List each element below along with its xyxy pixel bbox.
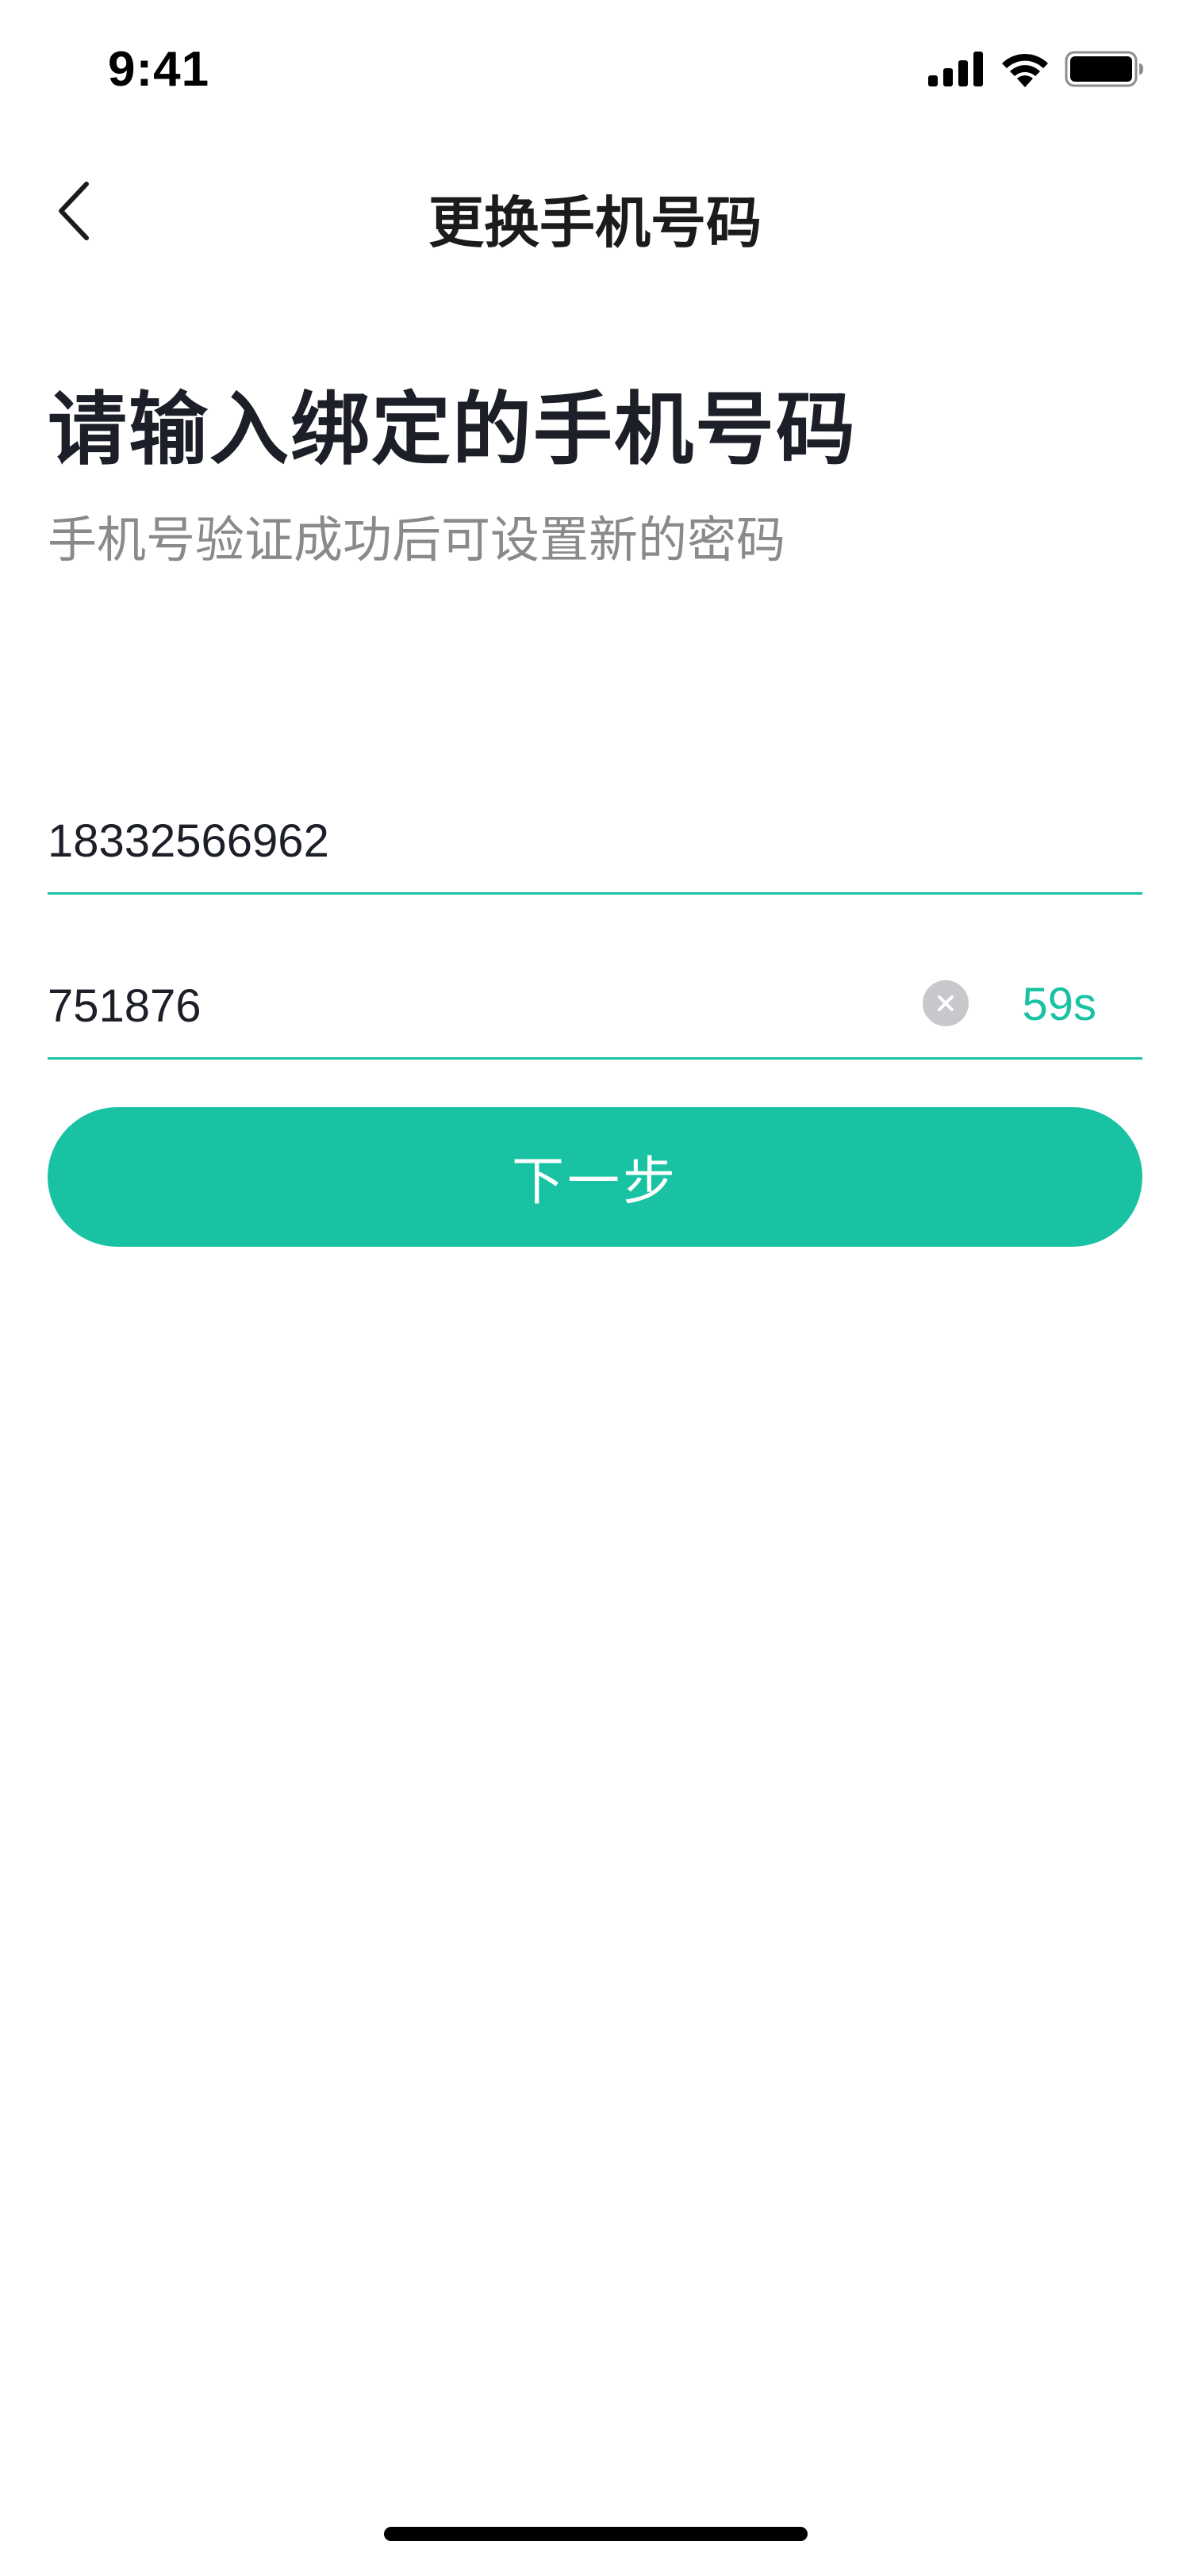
status-time: 9:41 xyxy=(108,42,210,97)
status-icons xyxy=(928,44,1144,94)
phone-field xyxy=(48,789,1142,895)
home-indicator xyxy=(384,2527,808,2541)
resend-countdown[interactable]: 59s xyxy=(1022,978,1096,1031)
subheadline: 手机号验证成功后可设置新的密码 xyxy=(48,511,786,569)
status-bar: 9:41 xyxy=(0,0,1190,143)
verification-code-input[interactable] xyxy=(48,954,841,1057)
phone-input[interactable] xyxy=(48,789,841,892)
page-title: 更换手机号码 xyxy=(428,190,762,255)
cellular-signal-icon xyxy=(928,52,983,86)
clear-circle-icon xyxy=(938,995,954,1011)
wifi-icon xyxy=(1002,53,1048,87)
battery-icon xyxy=(1065,51,1143,87)
screen: 9:41 更换手机号码 请输入绑定的手机号码 手机号验证成功后可设置新的密码 1… xyxy=(0,0,1190,2576)
verification-code-field: 59s xyxy=(48,954,1142,1060)
nav-bar: 更换手机号码 xyxy=(0,143,1190,282)
headline: 请输入绑定的手机号码 xyxy=(48,383,857,476)
clear-button[interactable] xyxy=(923,980,969,1026)
next-button[interactable]: 下一步 xyxy=(48,1107,1142,1247)
